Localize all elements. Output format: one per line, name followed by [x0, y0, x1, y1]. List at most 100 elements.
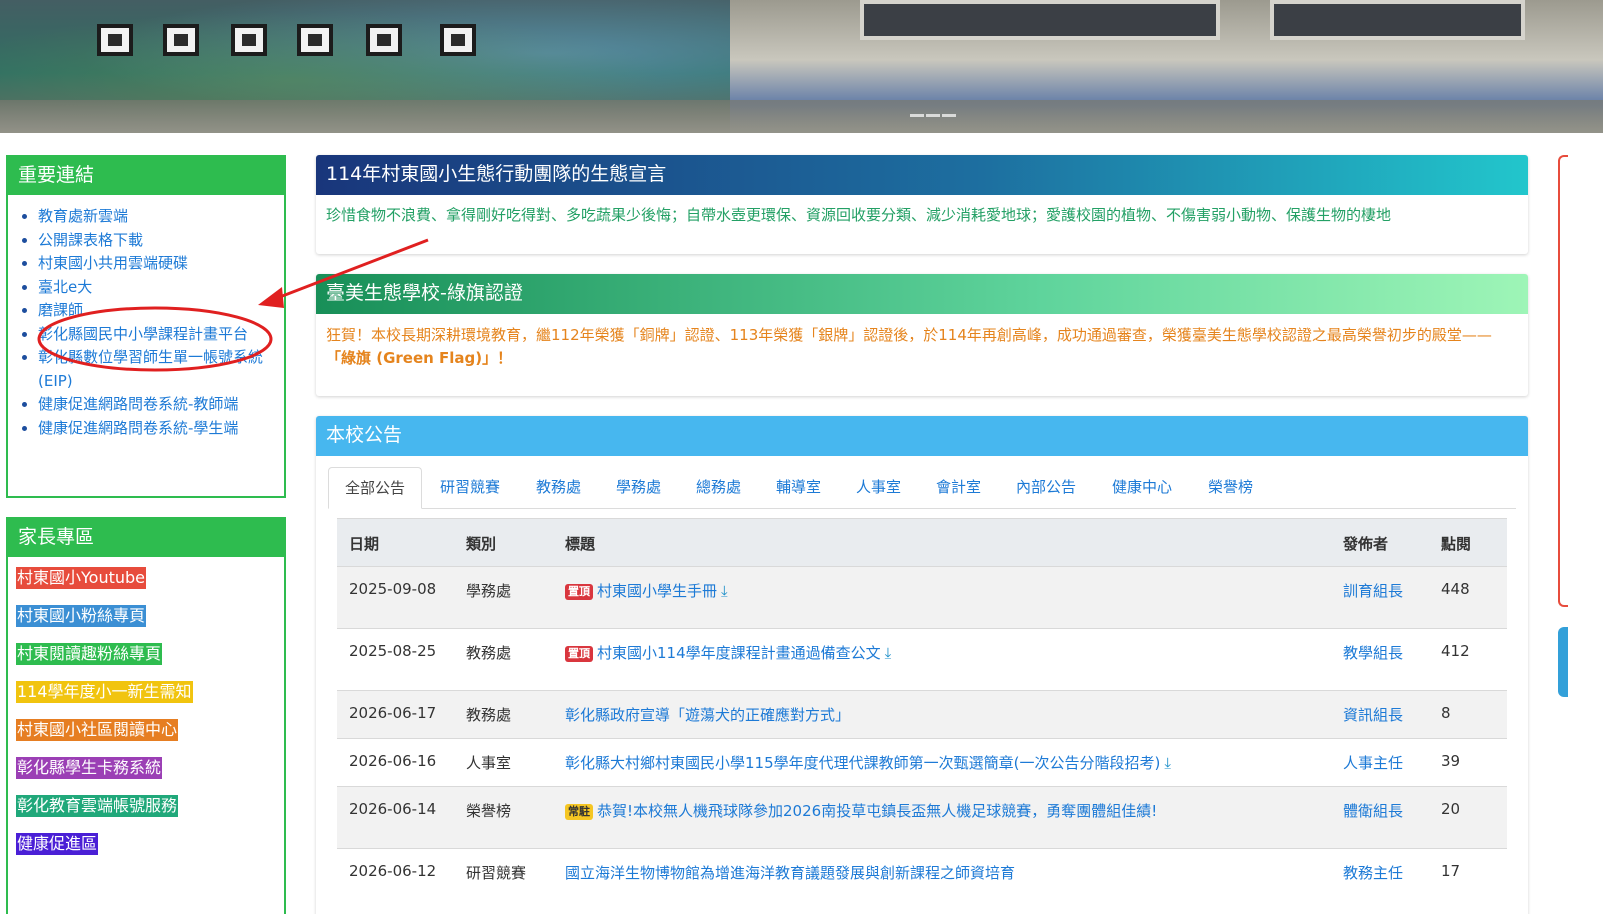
parents-zone-list: 村東國小Youtube 村東國小粉絲專頁 村東閱讀趣粉絲專頁 114學年度小一新生需知… [8, 557, 284, 871]
row-category: 教務處 [466, 706, 512, 724]
tab-7[interactable]: 會計室 [920, 467, 997, 509]
column-header-title[interactable]: 標題 [565, 533, 595, 554]
important-links-list: 教育處新雲端公開課表格下載村東國小共用雲端硬碟臺北e大磨課師彰化縣國民中小學課程… [8, 195, 284, 452]
tab-1[interactable]: 研習競賽 [424, 467, 516, 509]
row-author[interactable]: 資訊組長 [1343, 704, 1403, 725]
row-category: 榮譽榜 [466, 802, 512, 820]
download-icon[interactable]: ⤓ [885, 644, 892, 662]
tab-8[interactable]: 內部公告 [1000, 467, 1092, 509]
row-date: 2026-06-17 [349, 704, 437, 722]
parents-link[interactable]: 彰化教育雲端帳號服務 [16, 795, 179, 817]
announcements-card: 本校公告 全部公告 研習競賽 教務處 學務處 總務處 輔導室 人事室 會計室 內部公告 健康中心榮… [316, 416, 1528, 914]
tab-10[interactable]: 榮譽榜 [1192, 467, 1269, 509]
parents-link[interactable]: 114學年度小一新生需知 [16, 681, 193, 703]
tab-0[interactable]: 全部公告 [328, 467, 423, 509]
tab-9[interactable]: 健康中心 [1096, 467, 1188, 509]
row-date: 2025-09-08 [349, 580, 437, 598]
parents-link-row: 健康促進區 [16, 833, 284, 871]
banner-glass-window [860, 0, 1220, 40]
table-row: 2026-06-14 榮譽榜 常駐 恭賀!本校無人機飛球隊參加2026南投草屯鎮長盃無… [337, 786, 1507, 848]
parents-link[interactable]: 彰化縣學生卡務系統 [16, 757, 163, 779]
eco-declaration-text: 珍惜食物不浪費、拿得剛好吃得對、多吃蔬果少後悔；自帶水壺更環保、資源回收要分類、… [326, 206, 1392, 224]
table-row: 2026-06-12 研習競賽 國立海洋生物博物館為增進海洋教育議題發展與創新課程之… [337, 848, 1507, 908]
parents-link[interactable]: 健康促進區 [16, 833, 99, 855]
download-icon[interactable]: ⤓ [1164, 754, 1171, 772]
banner-carousel-indicator[interactable] [910, 102, 958, 117]
right-card-edge-blue [1558, 627, 1568, 697]
important-link[interactable]: 磨課師 [38, 301, 83, 319]
column-header-author[interactable]: 發佈者 [1343, 533, 1388, 554]
download-icon[interactable]: ⤓ [721, 582, 728, 600]
green-flag-tail: ！ [497, 349, 513, 367]
row-title-cell: 常駐 恭賀!本校無人機飛球隊參加2026南投草屯鎮長盃無人機足球競賽，勇奪團體組佳… [565, 800, 1157, 821]
row-title-link[interactable]: 村東國小學生手冊 [597, 582, 717, 600]
row-hits: 20 [1441, 800, 1461, 818]
important-link[interactable]: 教育處新雲端 [38, 207, 128, 225]
important-link[interactable]: 臺北e大 [38, 278, 92, 296]
banner-window [163, 24, 199, 56]
parents-link-row: 村東閱讀趣粉絲專頁 [16, 643, 284, 681]
row-date: 2026-06-12 [349, 862, 437, 880]
column-header-date[interactable]: 日期 [349, 533, 379, 554]
column-header-hits[interactable]: 點閱 [1441, 533, 1471, 554]
column-header-category[interactable]: 類別 [466, 533, 496, 554]
row-title-cell: 國立海洋生物博物館為增進海洋教育議題發展與創新課程之師資培育 [565, 862, 1015, 883]
table-row: 2026-06-16 人事室 彰化縣大村鄉村東國民小學115學年度代理代課教師第一次… [337, 738, 1507, 786]
banner-window [297, 24, 333, 56]
important-link[interactable]: 公開課表格下載 [38, 231, 143, 249]
row-category: 研習競賽 [466, 864, 527, 882]
row-title-cell: 彰化縣政府宣導「遊蕩犬的正確應對方式」 [565, 704, 850, 725]
row-author[interactable]: 教務主任 [1343, 862, 1403, 883]
row-hits: 17 [1441, 862, 1461, 880]
parents-link-row: 村東國小Youtube [16, 567, 284, 605]
banner-window [366, 24, 402, 56]
row-title-link[interactable]: 恭賀!本校無人機飛球隊參加2026南投草屯鎮長盃無人機足球競賽，勇奪團體組佳績! [597, 802, 1157, 820]
table-row: 2026-06-17 教務處 彰化縣政府宣導「遊蕩犬的正確應對方式」 資訊組長 8 [337, 690, 1507, 738]
banner-window [97, 24, 133, 56]
important-link-item: 彰化縣數位學習師生單一帳號系統 (EIP) [38, 346, 274, 393]
tab-4[interactable]: 總務處 [680, 467, 757, 509]
important-link[interactable]: 彰化縣數位學習師生單一帳號系統 (EIP) [38, 348, 263, 390]
tab-5[interactable]: 輔導室 [760, 467, 837, 509]
row-title-link[interactable]: 彰化縣政府宣導「遊蕩犬的正確應對方式」 [565, 706, 850, 724]
important-link[interactable]: 彰化縣國民中小學課程計畫平台 [38, 325, 248, 343]
tab-6[interactable]: 人事室 [840, 467, 917, 509]
row-hits: 8 [1441, 704, 1451, 722]
row-title-cell: 置頂 村東國小114學年度課程計畫通過備查公文 ⤓ [565, 642, 891, 663]
parents-zone-card: 家長專區 村東國小Youtube 村東國小粉絲專頁 村東閱讀趣粉絲專頁 114學年度小… [6, 517, 286, 914]
green-flag-title: 臺美生態學校-綠旗認證 [316, 274, 1528, 314]
green-flag-text: 狂賀！本校長期深耕環境教育，繼112年榮獲「銅牌」認證、113年榮獲「銀牌」認證… [316, 314, 1528, 370]
banner-glass-window [1270, 0, 1525, 40]
row-author[interactable]: 訓育組長 [1343, 580, 1403, 601]
tab-3[interactable]: 學務處 [600, 467, 677, 509]
parents-link[interactable]: 村東國小社區閱讀中心 [16, 719, 179, 741]
row-date: 2026-06-14 [349, 800, 437, 818]
row-author[interactable]: 體衛組長 [1343, 800, 1403, 821]
row-title-link[interactable]: 村東國小114學年度課程計畫通過備查公文 [597, 644, 881, 662]
important-link-item: 公開課表格下載 [38, 229, 274, 253]
important-link-item: 健康促進網路問卷系統-學生端 [38, 417, 274, 441]
important-link[interactable]: 健康促進網路問卷系統-教師端 [38, 395, 238, 413]
right-card-edge [1558, 155, 1568, 607]
row-title-link[interactable]: 彰化縣大村鄉村東國民小學115學年度代理代課教師第一次甄選簡章(一次公告分階段招… [565, 754, 1160, 772]
row-date: 2025-08-25 [349, 642, 437, 660]
green-flag-body: 狂賀！本校長期深耕環境教育，繼112年榮獲「銅牌」認證、113年榮獲「銀牌」認證… [326, 326, 1492, 344]
row-title-link[interactable]: 國立海洋生物博物館為增進海洋教育議題發展與創新課程之師資培育 [565, 864, 1015, 882]
row-hits: 412 [1441, 642, 1470, 660]
row-author[interactable]: 教學組長 [1343, 642, 1403, 663]
parents-link[interactable]: 村東閱讀趣粉絲專頁 [16, 643, 163, 665]
important-link[interactable]: 健康促進網路問卷系統-學生端 [38, 419, 238, 437]
row-author[interactable]: 人事主任 [1343, 752, 1403, 773]
eco-declaration-title: 114年村東國小生態行動團隊的生態宣言 [316, 155, 1528, 195]
important-links-title: 重要連結 [8, 157, 284, 195]
important-links-card: 重要連結 教育處新雲端公開課表格下載村東國小共用雲端硬碟臺北e大磨課師彰化縣國民… [6, 155, 286, 498]
important-link-item: 村東國小共用雲端硬碟 [38, 252, 274, 276]
important-link[interactable]: 村東國小共用雲端硬碟 [38, 254, 188, 272]
important-link-item: 教育處新雲端 [38, 205, 274, 229]
parents-link[interactable]: 村東國小粉絲專頁 [16, 605, 147, 627]
tab-2[interactable]: 教務處 [520, 467, 597, 509]
parents-link-row: 彰化教育雲端帳號服務 [16, 795, 284, 833]
row-category: 人事室 [466, 754, 512, 772]
parents-link[interactable]: 村東國小Youtube [16, 567, 146, 589]
parents-zone-title: 家長專區 [8, 519, 284, 557]
